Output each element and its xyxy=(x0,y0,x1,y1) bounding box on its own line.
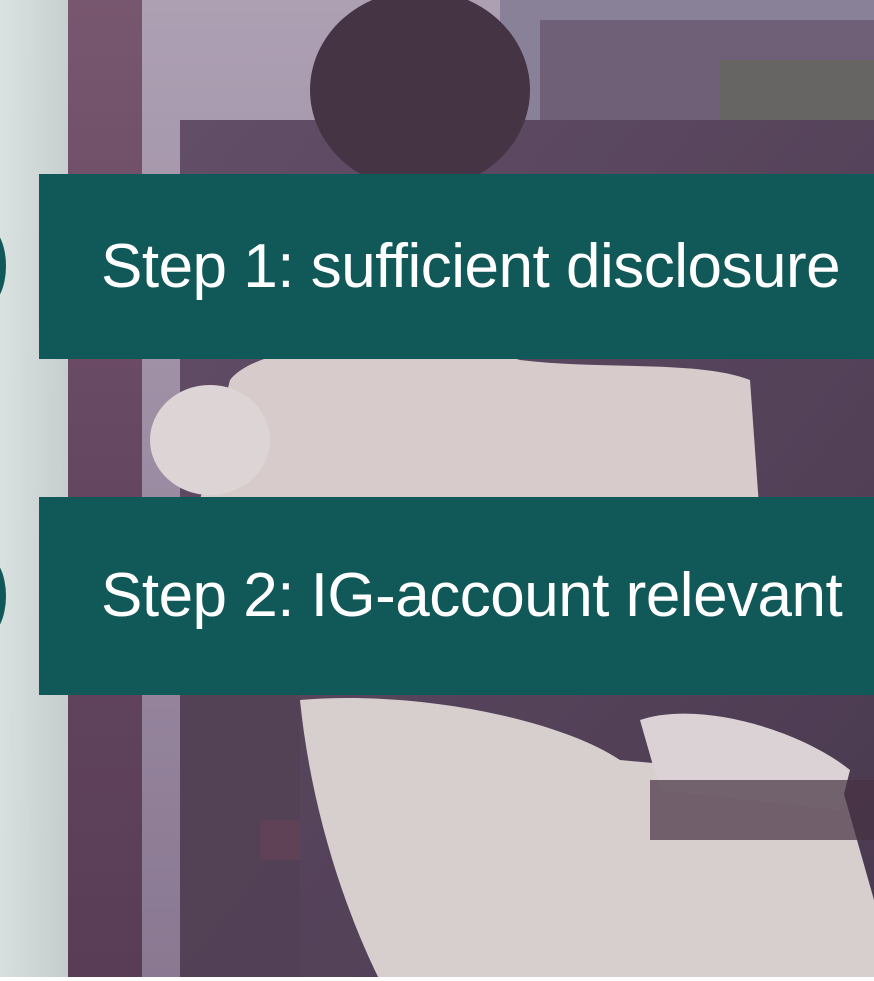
step-2-banner: Step 2: IG-account relevant xyxy=(39,497,874,695)
step-1-banner: Step 1: sufficient disclosure xyxy=(39,174,874,359)
bottom-border xyxy=(0,977,874,981)
step-2-label: Step 2: IG-account relevant xyxy=(101,561,843,630)
step-1-label: Step 1: sufficient disclosure xyxy=(101,231,841,301)
left-light-stripe xyxy=(0,0,68,981)
left-dark-stripe xyxy=(68,0,142,981)
